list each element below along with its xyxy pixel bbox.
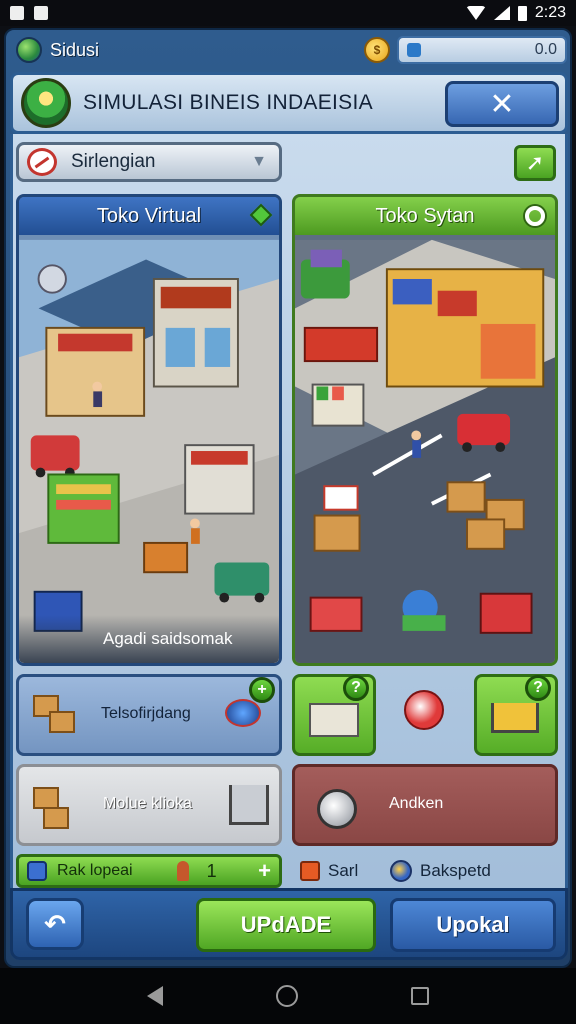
settings-ring-icon: [525, 206, 545, 226]
store-title: Toko Virtual: [96, 204, 202, 227]
store-card-virtual[interactable]: Toko Virtual Agadi saidsomak: [16, 194, 282, 666]
store-header: Toko Sytan: [295, 197, 555, 235]
box-icon: [43, 807, 69, 829]
close-button[interactable]: ✕: [445, 81, 559, 127]
cart-icon: [491, 703, 539, 733]
counter-label: Rak lopeai: [57, 862, 133, 879]
store-title: Toko Sytan: [375, 204, 475, 227]
dropdown-label: Sirlengian: [71, 151, 156, 172]
box-icon: [49, 711, 75, 733]
store-header: Toko Virtual: [19, 197, 279, 235]
update-button[interactable]: UPdADE: [196, 898, 376, 952]
search-value: 0.0: [534, 41, 557, 58]
page-title: SIMULASI BINEIS INDAEISIA: [83, 91, 373, 114]
expand-button[interactable]: ➚: [514, 145, 556, 181]
person-icon: [176, 861, 189, 881]
store-scene-illustration: [295, 239, 555, 663]
nav-back-icon[interactable]: [146, 986, 163, 1006]
upload-button[interactable]: Upokal: [390, 898, 556, 952]
add-badge[interactable]: +: [249, 677, 275, 703]
navigation-bar: [0, 968, 576, 1024]
sim-icon: [34, 6, 48, 20]
notification-icon: [10, 6, 24, 20]
plus-button[interactable]: +: [258, 858, 271, 884]
crate-icon: [309, 703, 359, 737]
store-caption: Agadi saidsomak: [19, 615, 279, 663]
search-icon: [407, 43, 421, 57]
box-icon: [33, 787, 59, 809]
tile-produce-crate[interactable]: ?: [292, 674, 376, 756]
status-bar: 2:23: [0, 0, 576, 26]
search-input[interactable]: 0.0: [397, 36, 567, 64]
tile-molue-klioka[interactable]: Molue klioka: [16, 764, 282, 846]
category-dropdown[interactable]: Sirlengian ▼: [16, 142, 282, 182]
tile-andken[interactable]: Andken: [292, 764, 558, 846]
cart-icon: [229, 785, 269, 825]
globe-icon[interactable]: [16, 37, 42, 63]
game-logo: [21, 78, 71, 128]
wifi-icon: [465, 6, 486, 20]
no-sign-icon: [27, 148, 57, 176]
title-panel: SIMULASI BINEIS INDAEISIA ✕: [10, 72, 568, 134]
nav-recents-icon[interactable]: [411, 987, 430, 1005]
info-bakspetd[interactable]: Bakspetd: [390, 856, 491, 886]
top-bar: Sidusi $ 0.0: [8, 33, 568, 67]
coin-icon[interactable]: $: [364, 37, 390, 63]
cube-icon: [27, 861, 47, 881]
help-badge[interactable]: ?: [343, 675, 369, 701]
tile-label: Andken: [389, 795, 444, 812]
info-label: Bakspetd: [420, 861, 491, 880]
status-time: 2:23: [534, 4, 566, 21]
shelf-counter[interactable]: Rak lopeai 1 +: [16, 854, 282, 888]
back-button[interactable]: ↶: [26, 898, 84, 950]
bowl-icon: [225, 699, 261, 727]
info-label: Sarl: [328, 861, 359, 880]
nav-home-icon[interactable]: [275, 985, 298, 1007]
ball-icon[interactable]: [404, 690, 444, 730]
speaker-icon: [317, 789, 357, 829]
store-scene-illustration: [19, 239, 279, 663]
tile-telsofirjdang[interactable]: Telsofirjdang +: [16, 674, 282, 756]
tile-label: Telsofirjdang: [101, 705, 191, 722]
gem-icon: [249, 203, 273, 227]
game-screen: 2:23 Sidusi $ 0.0 SIMULASI BINEIS INDAEI…: [0, 0, 576, 1024]
chevron-down-icon: ▼: [251, 153, 267, 170]
tile-label: Molue klioka: [103, 795, 192, 812]
tag-icon: [300, 861, 320, 881]
store-card-sytan[interactable]: Toko Sytan: [292, 194, 558, 666]
tile-cart[interactable]: ?: [474, 674, 558, 756]
signal-icon: [493, 6, 510, 20]
info-sarl[interactable]: Sarl: [300, 856, 358, 886]
battery-icon: [517, 5, 527, 21]
counter-value: 1: [206, 860, 217, 881]
globe-badge-icon: [390, 860, 412, 882]
app-name: Sidusi: [50, 39, 100, 60]
help-badge[interactable]: ?: [525, 675, 551, 701]
